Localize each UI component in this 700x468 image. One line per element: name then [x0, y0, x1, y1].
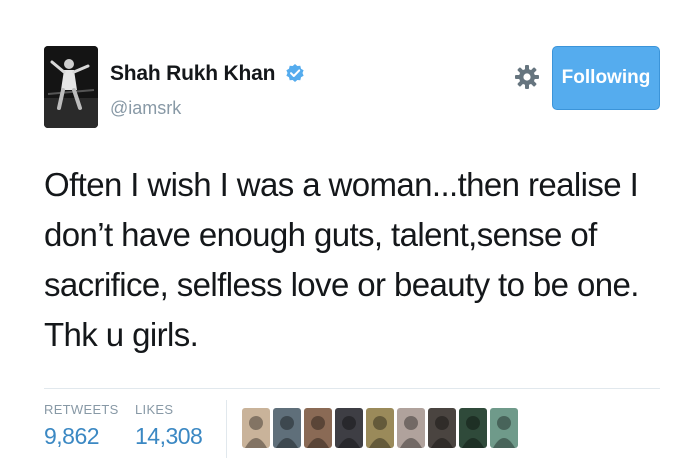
- gear-icon[interactable]: [514, 64, 540, 90]
- tweet-text: Often I wish I was a woman...then realis…: [44, 166, 639, 353]
- retweets-count: 9,862: [44, 423, 100, 449]
- tweet-card: Shah Rukh Khan @iamsrk Following Often I…: [0, 0, 700, 468]
- avatar-image: [44, 46, 98, 128]
- liker-avatar[interactable]: [304, 408, 332, 448]
- liker-avatar[interactable]: [490, 408, 518, 448]
- likes-label: LIKES: [135, 402, 174, 417]
- liker-avatar[interactable]: [273, 408, 301, 448]
- liker-avatar[interactable]: [335, 408, 363, 448]
- user-name[interactable]: Shah Rukh Khan: [110, 62, 305, 86]
- stats-divider: [226, 400, 227, 458]
- avatar[interactable]: [44, 46, 98, 128]
- user-name-text: Shah Rukh Khan: [110, 62, 276, 85]
- likes-stat[interactable]: LIKES 14,308: [135, 402, 203, 450]
- likes-count: 14,308: [135, 423, 203, 449]
- liker-avatar[interactable]: [459, 408, 487, 448]
- verified-badge-icon: [286, 64, 304, 82]
- liker-avatar[interactable]: [366, 408, 394, 448]
- liker-avatars: [242, 408, 518, 448]
- divider: [44, 388, 660, 389]
- following-button[interactable]: Following: [552, 46, 660, 110]
- user-handle[interactable]: @iamsrk: [110, 98, 181, 119]
- liker-avatar[interactable]: [428, 408, 456, 448]
- retweets-label: RETWEETS: [44, 402, 119, 417]
- liker-avatar[interactable]: [397, 408, 425, 448]
- liker-avatar[interactable]: [242, 408, 270, 448]
- retweets-stat[interactable]: RETWEETS 9,862: [44, 402, 119, 450]
